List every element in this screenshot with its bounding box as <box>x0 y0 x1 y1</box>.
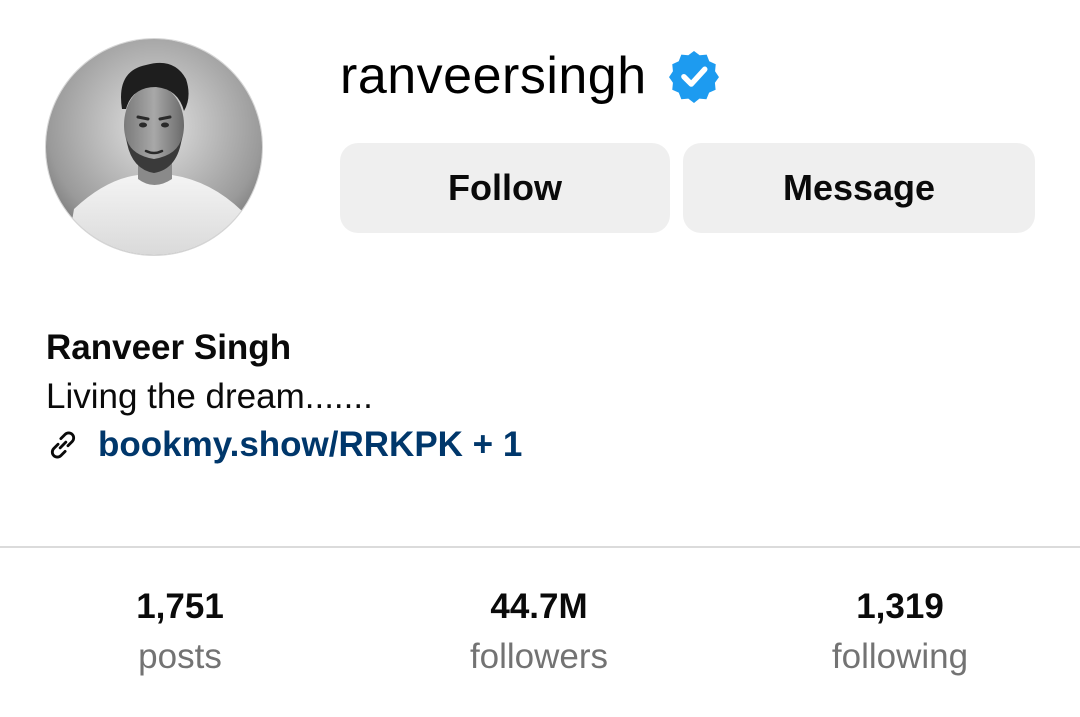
following-count: 1,319 <box>856 587 944 626</box>
link-icon <box>50 431 76 459</box>
verified-badge-icon <box>668 51 719 103</box>
stat-posts[interactable]: 1,751 posts <box>30 585 330 685</box>
bio-section: Ranveer Singh Living the dream....... bo… <box>46 325 522 469</box>
stat-followers[interactable]: 44.7M followers <box>389 585 689 685</box>
follow-button[interactable]: Follow <box>340 143 670 233</box>
bio-link-text[interactable]: bookmy.show/RRKPK + 1 <box>98 421 522 469</box>
posts-label: posts <box>138 637 222 676</box>
followers-count: 44.7M <box>490 587 588 626</box>
username-row: ranveersingh <box>340 44 721 108</box>
username: ranveersingh <box>340 47 647 105</box>
message-button[interactable]: Message <box>683 143 1035 233</box>
profile-photo <box>46 39 262 255</box>
bio-link[interactable]: bookmy.show/RRKPK + 1 <box>46 421 522 469</box>
bio-text: Living the dream....... <box>46 377 373 416</box>
followers-label: followers <box>469 637 609 676</box>
full-name: Ranveer Singh <box>46 328 292 367</box>
stat-following[interactable]: 1,319 following <box>750 585 1050 685</box>
following-label: following <box>831 637 969 676</box>
divider <box>0 546 1080 548</box>
avatar[interactable] <box>45 38 263 256</box>
posts-count: 1,751 <box>136 587 224 626</box>
